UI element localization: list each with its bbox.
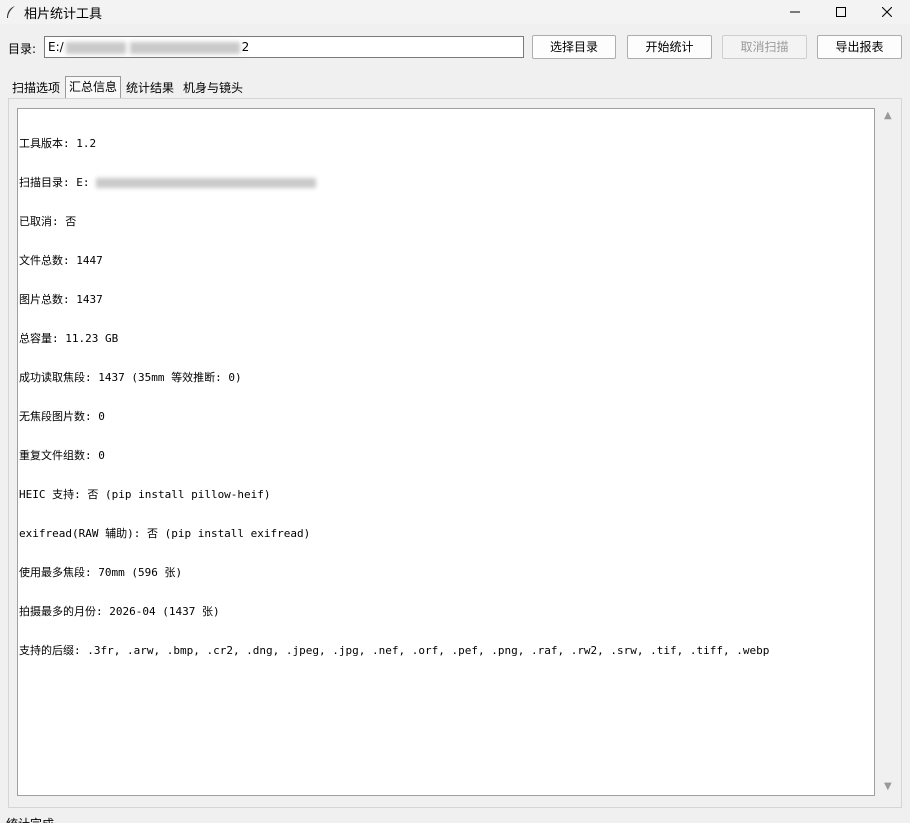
minimize-icon — [790, 11, 800, 13]
redacted-text — [65, 41, 126, 54]
summary-line: 扫描目录: E: — [19, 176, 873, 189]
summary-line: 工具版本: 1.2 — [19, 137, 97, 150]
scroll-down-icon[interactable]: ▼ — [884, 781, 892, 792]
maximize-icon — [836, 7, 846, 17]
feather-icon — [2, 3, 20, 21]
select-directory-button[interactable]: 选择目录 — [532, 35, 616, 59]
app-window: 相片统计工具 目录: E:/ 2 选择目录 开始统计 取消扫描 导出报表 扫描选项… — [0, 0, 910, 823]
start-button[interactable]: 开始统计 — [627, 35, 712, 59]
summary-text-area[interactable]: 工具版本: 1.2 扫描目录: E: 已取消: 否 文件总数: 1447 图片总… — [17, 108, 875, 796]
summary-line: 图片总数: 1437 — [19, 293, 103, 306]
tab-scan-options[interactable]: 扫描选项 — [8, 78, 64, 98]
directory-input[interactable]: E:/ 2 — [44, 36, 524, 58]
summary-line: 成功读取焦段: 1437 (35mm 等效推断: 0) — [19, 371, 242, 384]
tab-bar: 扫描选项 汇总信息 统计结果 机身与镜头 — [8, 76, 248, 98]
export-report-button[interactable]: 导出报表 — [817, 35, 902, 59]
summary-line: 支持的后缀: .3fr, .arw, .bmp, .cr2, .dng, .jp… — [19, 644, 770, 657]
minimize-button[interactable] — [772, 0, 818, 24]
summary-line-text: 扫描目录: E: — [19, 176, 90, 189]
maximize-button[interactable] — [818, 0, 864, 24]
directory-value-prefix: E:/ — [48, 40, 64, 54]
window-title: 相片统计工具 — [24, 6, 103, 22]
summary-line: HEIC 支持: 否 (pip install pillow-heif) — [19, 488, 271, 501]
summary-line: 拍摄最多的月份: 2026-04 (1437 张) — [19, 605, 220, 618]
vertical-scrollbar[interactable]: ▲ ▼ — [881, 108, 897, 794]
directory-label: 目录: — [8, 42, 37, 56]
summary-line: exifread(RAW 辅助): 否 (pip install exifrea… — [19, 527, 311, 540]
tab-body-lens[interactable]: 机身与镜头 — [179, 78, 247, 98]
summary-line: 已取消: 否 — [19, 215, 77, 228]
summary-line: 文件总数: 1447 — [19, 254, 103, 267]
directory-value-suffix: 2 — [241, 40, 250, 54]
close-icon — [882, 7, 892, 17]
directory-row: 目录: E:/ 2 选择目录 开始统计 取消扫描 导出报表 — [0, 35, 910, 61]
redacted-text — [95, 178, 316, 188]
summary-panel: 工具版本: 1.2 扫描目录: E: 已取消: 否 文件总数: 1447 图片总… — [8, 98, 902, 808]
close-button[interactable] — [864, 0, 910, 24]
title-bar: 相片统计工具 — [0, 0, 910, 24]
summary-line: 总容量: 11.23 GB — [19, 332, 119, 345]
summary-line: 无焦段图片数: 0 — [19, 410, 105, 423]
tab-statistics[interactable]: 统计结果 — [122, 78, 178, 98]
redacted-text — [129, 41, 240, 54]
summary-line: 使用最多焦段: 70mm (596 张) — [19, 566, 183, 579]
status-text: 统计完成 — [6, 815, 54, 823]
scroll-up-icon[interactable]: ▲ — [884, 110, 892, 121]
summary-line: 重复文件组数: 0 — [19, 449, 105, 462]
cancel-scan-button[interactable]: 取消扫描 — [722, 35, 807, 59]
tab-summary[interactable]: 汇总信息 — [65, 76, 122, 98]
